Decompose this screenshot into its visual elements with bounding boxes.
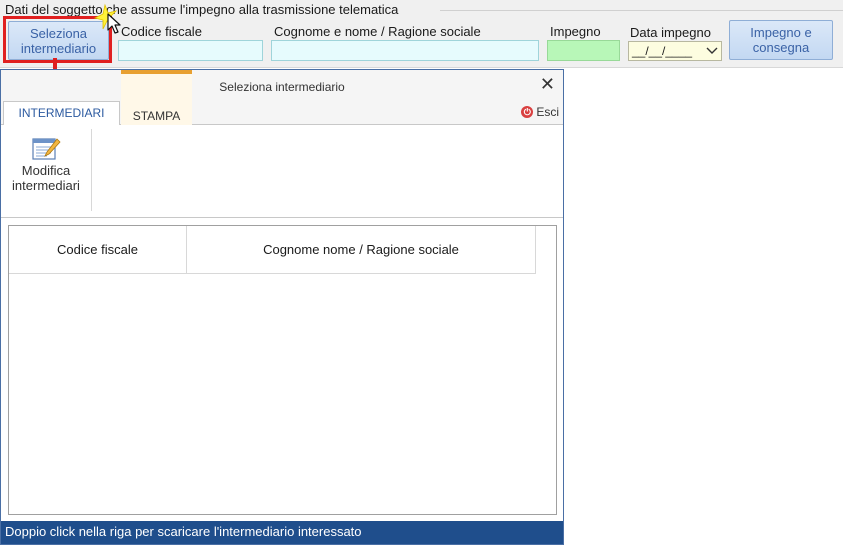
impegno-label: Impegno xyxy=(550,24,601,39)
grid-header: Codice fiscale Cognome nome / Ragione so… xyxy=(9,226,536,274)
data-impegno-label: Data impegno xyxy=(630,25,711,40)
impegno-consegna-label-line1: Impegno e xyxy=(750,25,812,40)
select-intermediary-dialog: Seleziona intermediario ✕ INTERMEDIARI S… xyxy=(0,69,564,545)
edit-intermediaries-label-line2: intermediari xyxy=(12,178,80,193)
form-legend: Dati del soggetto che assume l'impegno a… xyxy=(5,2,399,17)
status-bar: Doppio click nella riga per scaricare l'… xyxy=(1,521,563,544)
chevron-down-icon[interactable] xyxy=(706,47,718,55)
ribbon-toolbar: Modifica intermediari xyxy=(1,125,563,218)
data-impegno-value: __/__/____ xyxy=(632,44,693,58)
edit-intermediaries-label-line1: Modifica xyxy=(21,163,71,178)
exit-label: Esci xyxy=(536,105,559,119)
column-header-cognome-nome[interactable]: Cognome nome / Ragione sociale xyxy=(187,226,535,274)
codice-fiscale-label: Codice fiscale xyxy=(121,24,202,39)
intermediaries-grid[interactable]: Codice fiscale Cognome nome / Ragione so… xyxy=(8,225,557,515)
cognome-input[interactable] xyxy=(271,40,539,61)
tab-intermediari[interactable]: INTERMEDIARI xyxy=(3,101,120,126)
edit-intermediaries-button[interactable]: Modifica intermediari xyxy=(5,135,87,197)
impegno-consegna-label-line2: consegna xyxy=(752,40,810,55)
dialog-title: Seleziona intermediario xyxy=(219,80,345,94)
exit-button[interactable]: ⏻ Esci xyxy=(521,105,559,119)
impegno-input[interactable] xyxy=(547,40,620,61)
power-icon: ⏻ xyxy=(521,106,534,118)
form-bottom-divider xyxy=(0,67,843,68)
tab-strip: INTERMEDIARI STAMPA ⏻ Esci xyxy=(1,70,563,126)
click-cursor-icon xyxy=(93,3,121,34)
column-header-codice-fiscale[interactable]: Codice fiscale xyxy=(9,226,187,274)
codice-fiscale-input[interactable] xyxy=(118,40,263,61)
dialog-titlebar: Seleziona intermediario ✕ xyxy=(1,70,563,101)
legend-divider xyxy=(440,10,843,11)
impegno-consegna-button[interactable]: Impegno e consegna xyxy=(729,20,833,60)
data-impegno-picker[interactable]: __/__/____ xyxy=(628,41,722,61)
close-icon[interactable]: ✕ xyxy=(540,74,555,95)
cognome-label: Cognome e nome / Ragione sociale xyxy=(274,24,481,39)
edit-list-icon xyxy=(32,138,61,160)
tab-stampa[interactable]: STAMPA xyxy=(121,70,192,125)
ribbon-separator xyxy=(91,129,92,211)
